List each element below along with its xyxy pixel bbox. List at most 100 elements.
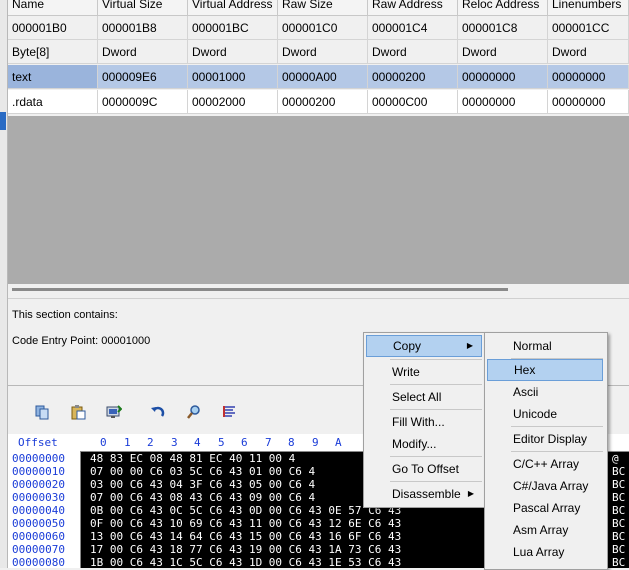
ascii-row[interactable]: BC — [612, 530, 625, 543]
table-cell[interactable]: 00000000 — [458, 65, 548, 89]
hex-offset: 00000060 — [12, 530, 65, 543]
context-menu: Copy ▶ Write Select All Fill With... Modi… — [363, 332, 487, 508]
submenu-item-unicode[interactable]: Unicode — [487, 403, 603, 425]
table-cell[interactable]: 0000009C — [98, 90, 188, 114]
offsets-row: 000001B0 000001B8 000001BC 000001C0 0000… — [8, 16, 629, 41]
table-row-rdata[interactable]: .rdata 0000009C 00002000 00000200 00000C… — [8, 90, 629, 115]
submenu-item-ascii[interactable]: Ascii — [487, 381, 603, 403]
search-icon[interactable] — [182, 400, 206, 424]
hex-column-header: 7 — [265, 436, 272, 449]
hex-settings-icon[interactable] — [218, 400, 242, 424]
menu-separator — [390, 384, 482, 385]
column-header-linenumbers[interactable]: Linenumbers — [548, 0, 629, 16]
menu-item-write[interactable]: Write — [366, 361, 482, 383]
submenu-item-hex[interactable]: Hex — [487, 359, 603, 381]
submenu-item-lua-array[interactable]: Lua Array — [487, 541, 603, 563]
hex-bytes-row[interactable]: 1B 00 C6 43 1C 5C C6 43 1D 00 C6 43 1E 5… — [90, 556, 401, 568]
table-cell[interactable]: 00000000 — [458, 90, 548, 114]
section-name-cell[interactable]: text — [8, 65, 98, 89]
submenu-item-editor-display[interactable]: Editor Display — [487, 428, 603, 450]
column-header-virtual-address[interactable]: Virtual Address — [188, 0, 278, 16]
menu-separator — [390, 481, 482, 482]
hex-bytes-row[interactable]: 17 00 C6 43 18 77 C6 43 19 00 C6 43 1A 7… — [90, 543, 401, 556]
ascii-row[interactable]: BC — [612, 478, 625, 491]
hex-offset: 00000040 — [12, 504, 65, 517]
undo-icon[interactable] — [146, 400, 170, 424]
type-cell: Dword — [278, 40, 368, 64]
submenu-item-pascal-array[interactable]: Pascal Array — [487, 497, 603, 519]
table-cell[interactable]: 00000000 — [548, 65, 629, 89]
column-header-reloc-address[interactable]: Reloc Address — [458, 0, 548, 16]
hex-column-header: 9 — [312, 436, 319, 449]
hex-column-header: 3 — [171, 436, 178, 449]
ascii-row[interactable]: BC — [612, 465, 625, 478]
hex-bytes-row[interactable]: 0B 00 C6 43 0C 5C C6 43 0D 00 C6 43 0E 5… — [90, 504, 401, 517]
type-cell: Dword — [368, 40, 458, 64]
section-name-cell[interactable]: .rdata — [8, 90, 98, 114]
offset-cell: 000001C4 — [368, 16, 458, 40]
submenu-item-c-cpp-array[interactable]: C/C++ Array — [487, 453, 603, 475]
ascii-row[interactable]: BC — [612, 517, 625, 530]
menu-separator — [511, 426, 603, 427]
column-header-virtual-size[interactable]: Virtual Size — [98, 0, 188, 16]
menu-item-go-to-offset[interactable]: Go To Offset — [366, 458, 482, 480]
menu-item-label: Copy — [393, 339, 422, 353]
hex-bytes-row[interactable]: 07 00 C6 43 08 43 C6 43 09 00 C6 4 — [90, 491, 315, 504]
menu-separator — [390, 456, 482, 457]
copy-submenu: Normal Hex Ascii Unicode Editor Display … — [484, 332, 608, 570]
ascii-row[interactable]: BC — [612, 556, 625, 568]
types-row: Byte[8] Dword Dword Dword Dword Dword Dw… — [8, 40, 629, 65]
menu-item-modify[interactable]: Modify... — [366, 433, 482, 455]
hex-bytes-row[interactable]: 0F 00 C6 43 10 69 C6 43 11 00 C6 43 12 6… — [90, 517, 401, 530]
hex-bytes-row[interactable]: 13 00 C6 43 14 64 C6 43 15 00 C6 43 16 6… — [90, 530, 401, 543]
menu-item-disassemble[interactable]: Disassemble ▶ — [366, 483, 482, 505]
table-cell[interactable]: 00000A00 — [278, 65, 368, 89]
hex-offset: 00000050 — [12, 517, 65, 530]
table-cell[interactable]: 00002000 — [188, 90, 278, 114]
column-header-raw-address[interactable]: Raw Address — [368, 0, 458, 16]
copy-icon[interactable] — [30, 400, 54, 424]
submenu-item-normal[interactable]: Normal — [487, 335, 603, 357]
ascii-row[interactable]: BC — [612, 543, 625, 556]
menu-item-label: Disassemble — [392, 487, 461, 501]
section-contains-label: This section contains: — [12, 309, 118, 321]
hex-bytes-row[interactable]: 48 83 EC 08 48 81 EC 40 11 00 4 — [90, 452, 295, 465]
column-header-name[interactable]: Name — [8, 0, 98, 16]
hex-column-header: 0 — [100, 436, 107, 449]
offset-cell: 000001C8 — [458, 16, 548, 40]
hex-column-header: 1 — [124, 436, 131, 449]
table-cell[interactable]: 00001000 — [188, 65, 278, 89]
ascii-row[interactable]: @ — [612, 452, 619, 465]
table-cell[interactable]: 000009E6 — [98, 65, 188, 89]
type-cell: Dword — [548, 40, 629, 64]
table-cell[interactable]: 00000000 — [548, 90, 629, 114]
table-cell[interactable]: 00000200 — [278, 90, 368, 114]
menu-item-fill-with[interactable]: Fill With... — [366, 411, 482, 433]
table-header-row: Name Virtual Size Virtual Address Raw Si… — [8, 0, 629, 17]
hex-offset: 00000020 — [12, 478, 65, 491]
menu-item-select-all[interactable]: Select All — [366, 386, 482, 408]
ascii-row[interactable]: BC — [612, 491, 625, 504]
hex-bytes-row[interactable]: 03 00 C6 43 04 3F C6 43 05 00 C6 4 — [90, 478, 315, 491]
horizontal-scrollbar[interactable] — [8, 284, 629, 298]
column-header-raw-size[interactable]: Raw Size — [278, 0, 368, 16]
paste-icon[interactable] — [66, 400, 90, 424]
ascii-row[interactable]: BC — [612, 504, 625, 517]
hex-column-header: 6 — [241, 436, 248, 449]
hex-offset: 00000000 — [12, 452, 65, 465]
offset-cell: 000001B8 — [98, 16, 188, 40]
table-cell[interactable]: 00000C00 — [368, 90, 458, 114]
hex-offset: 00000030 — [12, 491, 65, 504]
table-cell[interactable]: 00000200 — [368, 65, 458, 89]
scrollbar-thumb[interactable] — [12, 288, 508, 291]
left-panel-edge — [0, 0, 8, 568]
menu-item-copy[interactable]: Copy ▶ — [366, 335, 482, 357]
submenu-item-csharp-java-array[interactable]: C#/Java Array — [487, 475, 603, 497]
save-to-file-icon[interactable] — [102, 400, 126, 424]
hex-offset-header: Offset — [18, 436, 58, 449]
table-row-text[interactable]: text 000009E6 00001000 00000A00 00000200… — [8, 65, 629, 90]
type-cell: Dword — [98, 40, 188, 64]
hex-bytes-row[interactable]: 07 00 00 C6 03 5C C6 43 01 00 C6 4 — [90, 465, 315, 478]
submenu-item-asm-array[interactable]: Asm Array — [487, 519, 603, 541]
type-cell: Dword — [458, 40, 548, 64]
